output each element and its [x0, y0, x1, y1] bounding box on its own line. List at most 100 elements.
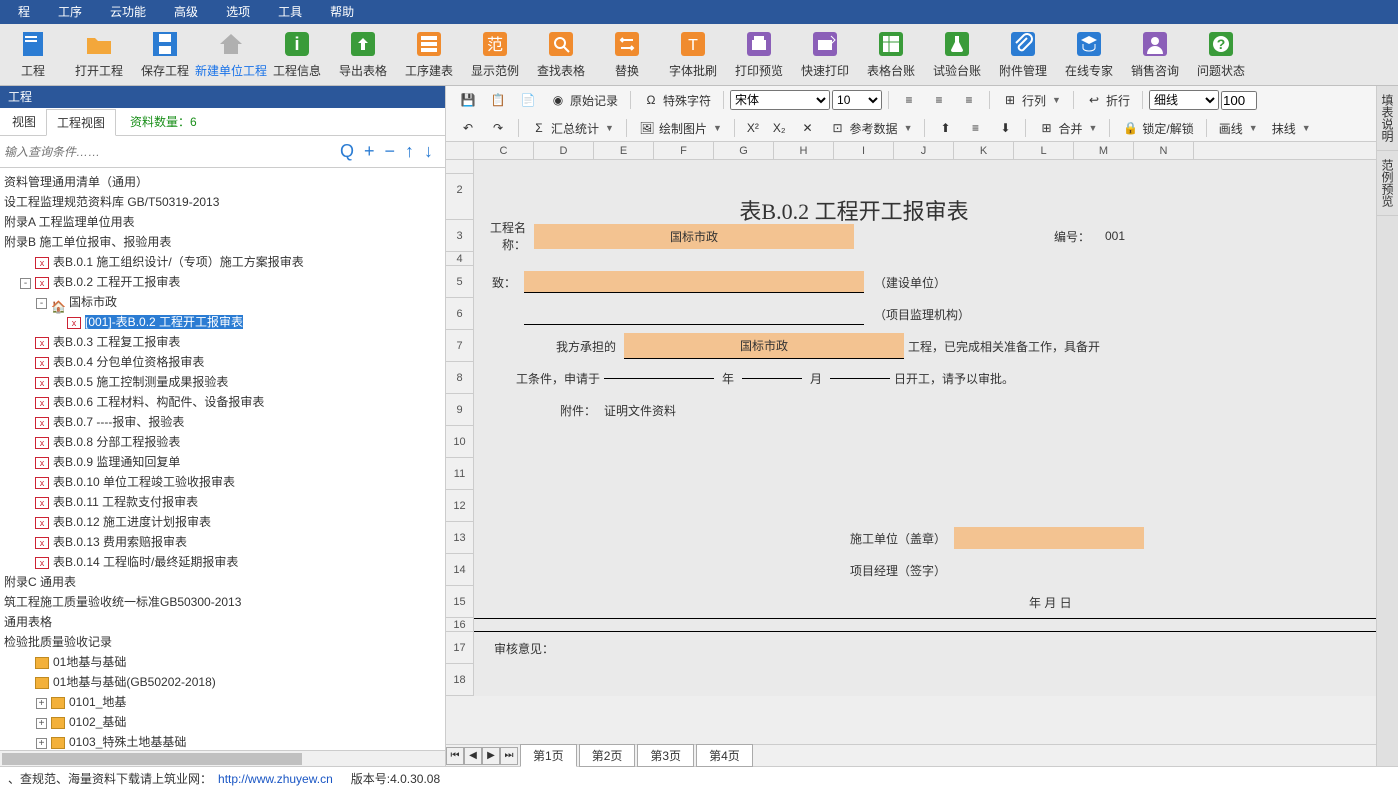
vtab-instructions[interactable]: 填表说明 [1377, 86, 1398, 151]
rtool-merge[interactable]: ⊞合并▼ [1032, 118, 1103, 139]
tree-node[interactable]: 筑工程施工质量验收统一标准GB50300-2013 [0, 592, 445, 612]
search-icon[interactable]: Q [340, 141, 354, 162]
expand-icon[interactable]: + [36, 738, 47, 749]
tree-node[interactable]: x表B.0.12 施工进度计划报审表 [0, 512, 445, 532]
project-tree[interactable]: 资料管理通用清单（通用）设工程监理规范资料库 GB/T50319-2013附录A… [0, 168, 445, 750]
font-size-select[interactable]: 10 [832, 90, 882, 110]
sheet-tab[interactable]: 第2页 [579, 744, 636, 767]
month-input[interactable] [742, 378, 802, 379]
next-page-icon[interactable]: ▶ [482, 747, 500, 765]
tree-node[interactable]: 附录B 施工单位报审、报验用表 [0, 232, 445, 252]
toolbar-save[interactable]: 保存工程 [132, 28, 198, 79]
tree-node[interactable]: x表B.0.14 工程临时/最终延期报审表 [0, 552, 445, 572]
toolbar-build[interactable]: 工序建表 [396, 28, 462, 79]
tree-node[interactable]: x表B.0.5 施工控制测量成果报验表 [0, 372, 445, 392]
rtool-undo[interactable]: ↶ [454, 118, 482, 138]
remove-icon[interactable]: − [384, 141, 395, 162]
tab-view[interactable]: 视图 [2, 109, 46, 134]
rtool-disk[interactable]: 💾 [454, 90, 482, 110]
tree-node[interactable]: +0103_特殊土地基基础 [0, 732, 445, 750]
sheet-grid[interactable]: 表B.0.2 工程开工报审表 工程名称： 国标市政 编号： 001 致： [474, 160, 1398, 696]
menu-item[interactable]: 工具 [264, 0, 316, 24]
rtool-redo[interactable]: ↷ [484, 118, 512, 138]
num-cell[interactable]: 001 [1090, 229, 1140, 243]
rtool-vm[interactable]: ≡ [961, 118, 989, 138]
rtool-orig[interactable]: ◉原始记录 [544, 90, 624, 111]
menu-item[interactable]: 帮助 [316, 0, 368, 24]
last-page-icon[interactable]: ⏭ [500, 747, 518, 765]
tree-node[interactable]: x表B.0.7 ----报审、报验表 [0, 412, 445, 432]
expand-icon[interactable]: - [20, 278, 31, 289]
menu-item[interactable]: 选项 [212, 0, 264, 24]
tree-node[interactable]: -🏠国标市政 [0, 292, 445, 312]
tree-node[interactable]: x表B.0.6 工程材料、构配件、设备报审表 [0, 392, 445, 412]
rtool-wrap[interactable]: ↩折行 [1080, 90, 1136, 111]
proj-name-cell[interactable]: 国标市政 [534, 224, 854, 249]
font-select[interactable]: 宋体 [730, 90, 830, 110]
rtool-omega[interactable]: Ω特殊字符 [637, 90, 717, 111]
toolbar-status[interactable]: ?问题状态 [1188, 28, 1254, 79]
horizontal-scrollbar[interactable] [0, 750, 445, 766]
rtool-ac[interactable]: ≡ [925, 90, 953, 110]
spreadsheet-area[interactable]: C D E F G H I J K L M N 2 [446, 142, 1398, 744]
tree-node[interactable]: x表B.0.9 监理通知回复单 [0, 452, 445, 472]
tree-node[interactable]: 检验批质量验收记录 [0, 632, 445, 652]
tree-node[interactable]: x表B.0.3 工程复工报审表 [0, 332, 445, 352]
sheet-tab[interactable]: 第3页 [637, 744, 694, 767]
tree-node[interactable]: x表B.0.11 工程款支付报审表 [0, 492, 445, 512]
tree-node[interactable]: 设工程监理规范资料库 GB/T50319-2013 [0, 192, 445, 212]
prev-page-icon[interactable]: ◀ [464, 747, 482, 765]
tree-node[interactable]: 通用表格 [0, 612, 445, 632]
toolbar-file-blue[interactable]: 工程 [0, 28, 66, 79]
tree-node[interactable]: x表B.0.10 单位工程竣工验收报审表 [0, 472, 445, 492]
tree-node[interactable]: +0102_基础 [0, 712, 445, 732]
rtool-抹线[interactable]: 抹线▼ [1266, 118, 1317, 139]
menu-item[interactable]: 程 [4, 0, 44, 24]
expand-icon[interactable]: - [36, 298, 47, 309]
tree-node[interactable]: +0101_地基 [0, 692, 445, 712]
rtool-vt[interactable]: ⬆ [931, 118, 959, 138]
toolbar-template[interactable]: 范显示范例 [462, 28, 528, 79]
rtool-X²[interactable]: X² [741, 119, 765, 137]
down-icon[interactable]: ↓ [424, 141, 433, 162]
tree-node[interactable]: 01地基与基础 [0, 652, 445, 672]
column-headers[interactable]: C D E F G H I J K L M N [446, 142, 1398, 160]
tree-node[interactable]: x[001]-表B.0.2 工程开工报审表 [0, 312, 445, 332]
tree-node[interactable]: -x表B.0.2 工程开工报审表 [0, 272, 445, 292]
menu-item[interactable]: 高级 [160, 0, 212, 24]
up-icon[interactable]: ↑ [405, 141, 414, 162]
construction-seal-cell[interactable] [954, 527, 1144, 549]
sheet-tab[interactable]: 第4页 [696, 744, 753, 767]
toolbar-attach[interactable]: 附件管理 [990, 28, 1056, 79]
tab-project-view[interactable]: 工程视图 [46, 109, 116, 136]
construction-unit-input[interactable] [524, 271, 864, 293]
year-input[interactable] [604, 378, 714, 379]
toolbar-search[interactable]: 查找表格 [528, 28, 594, 79]
rtool-al[interactable]: ≡ [895, 90, 923, 110]
rtool-vb[interactable]: ⬇ [991, 118, 1019, 138]
rtool-ref[interactable]: ⊡参考数据▼ [824, 118, 919, 139]
add-icon[interactable]: + [364, 141, 375, 162]
tree-node[interactable]: x表B.0.1 施工组织设计/（专项）施工方案报审表 [0, 252, 445, 272]
expand-icon[interactable]: + [36, 698, 47, 709]
toolbar-test[interactable]: 试验台账 [924, 28, 990, 79]
search-input[interactable] [4, 145, 340, 159]
rtool-img[interactable]: 🖼绘制图片▼ [633, 118, 728, 139]
rtool-row[interactable]: ⊞行列▼ [996, 90, 1067, 111]
tree-node[interactable]: 资料管理通用清单（通用） [0, 172, 445, 192]
first-page-icon[interactable]: ⏮ [446, 747, 464, 765]
website-link[interactable]: http://www.zhuyew.cn [218, 772, 333, 786]
line-style-select[interactable]: 细线 [1149, 90, 1219, 110]
rtool-del[interactable]: ✕ [794, 118, 822, 138]
rtool-ar[interactable]: ≡ [955, 90, 983, 110]
rtool-paste[interactable]: 📄 [514, 90, 542, 110]
zoom-input[interactable] [1221, 91, 1257, 110]
toolbar-replace[interactable]: 替换 [594, 28, 660, 79]
rtool-X₂[interactable]: X₂ [767, 119, 792, 137]
tree-node[interactable]: x表B.0.8 分部工程报验表 [0, 432, 445, 452]
rtool-copy[interactable]: 📋 [484, 90, 512, 110]
tree-node[interactable]: 01地基与基础(GB50202-2018) [0, 672, 445, 692]
row-headers[interactable]: 2 3 4 5 6 7 8 9 10 11 12 13 14 15 [446, 160, 474, 696]
rtool-lock[interactable]: 🔒锁定/解锁 [1116, 118, 1199, 139]
expand-icon[interactable]: + [36, 718, 47, 729]
